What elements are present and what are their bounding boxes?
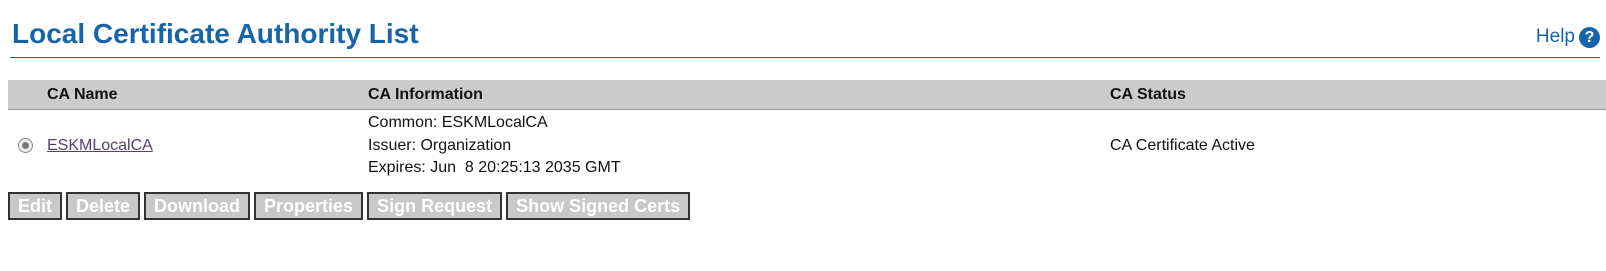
download-button[interactable]: Download	[144, 192, 251, 220]
delete-button[interactable]: Delete	[66, 192, 141, 220]
ca-status-cell: CA Certificate Active	[1110, 137, 1255, 154]
ca-name-cell: ESKMLocalCA	[47, 110, 368, 183]
column-header-ca-status: CA Status	[1110, 80, 1606, 110]
action-button-bar: Edit Delete Download Properties Sign Req…	[8, 192, 691, 220]
column-header-ca-information: CA Information	[368, 80, 1110, 110]
table-header-row: CA Name CA Information CA Status	[8, 80, 1606, 110]
help-link[interactable]: Help ?	[1536, 26, 1600, 48]
edit-button[interactable]: Edit	[8, 192, 62, 220]
question-circle-icon: ?	[1579, 26, 1600, 48]
help-label: Help	[1535, 26, 1575, 47]
column-header-ca-name: CA Name	[47, 80, 368, 110]
show-signed-certs-button[interactable]: Show Signed Certs	[506, 192, 691, 220]
page-title: Local Certificate Authority List	[12, 18, 419, 49]
title-bar: Local Certificate Authority List Help ?	[10, 0, 1600, 58]
properties-button[interactable]: Properties	[254, 192, 364, 220]
ca-table: CA Name CA Information CA Status ESKMLoc…	[8, 80, 1606, 182]
ca-name-link[interactable]: ESKMLocalCA	[47, 137, 153, 154]
ca-info-expires: Expires: Jun 8 20:25:13 2035 GMT	[368, 159, 621, 177]
ca-info-common: Common: ESKMLocalCA	[368, 114, 548, 132]
ca-info-cell: Common: ESKMLocalCA Issuer: Organization…	[368, 110, 1110, 183]
table-row: ESKMLocalCA Common: ESKMLocalCA Issuer: …	[8, 110, 1606, 183]
row-select-cell	[8, 110, 47, 183]
sign-request-button[interactable]: Sign Request	[367, 192, 503, 220]
row-radio-button[interactable]	[18, 138, 33, 154]
column-header-select	[8, 80, 47, 110]
ca-info-issuer: Issuer: Organization	[368, 136, 512, 154]
